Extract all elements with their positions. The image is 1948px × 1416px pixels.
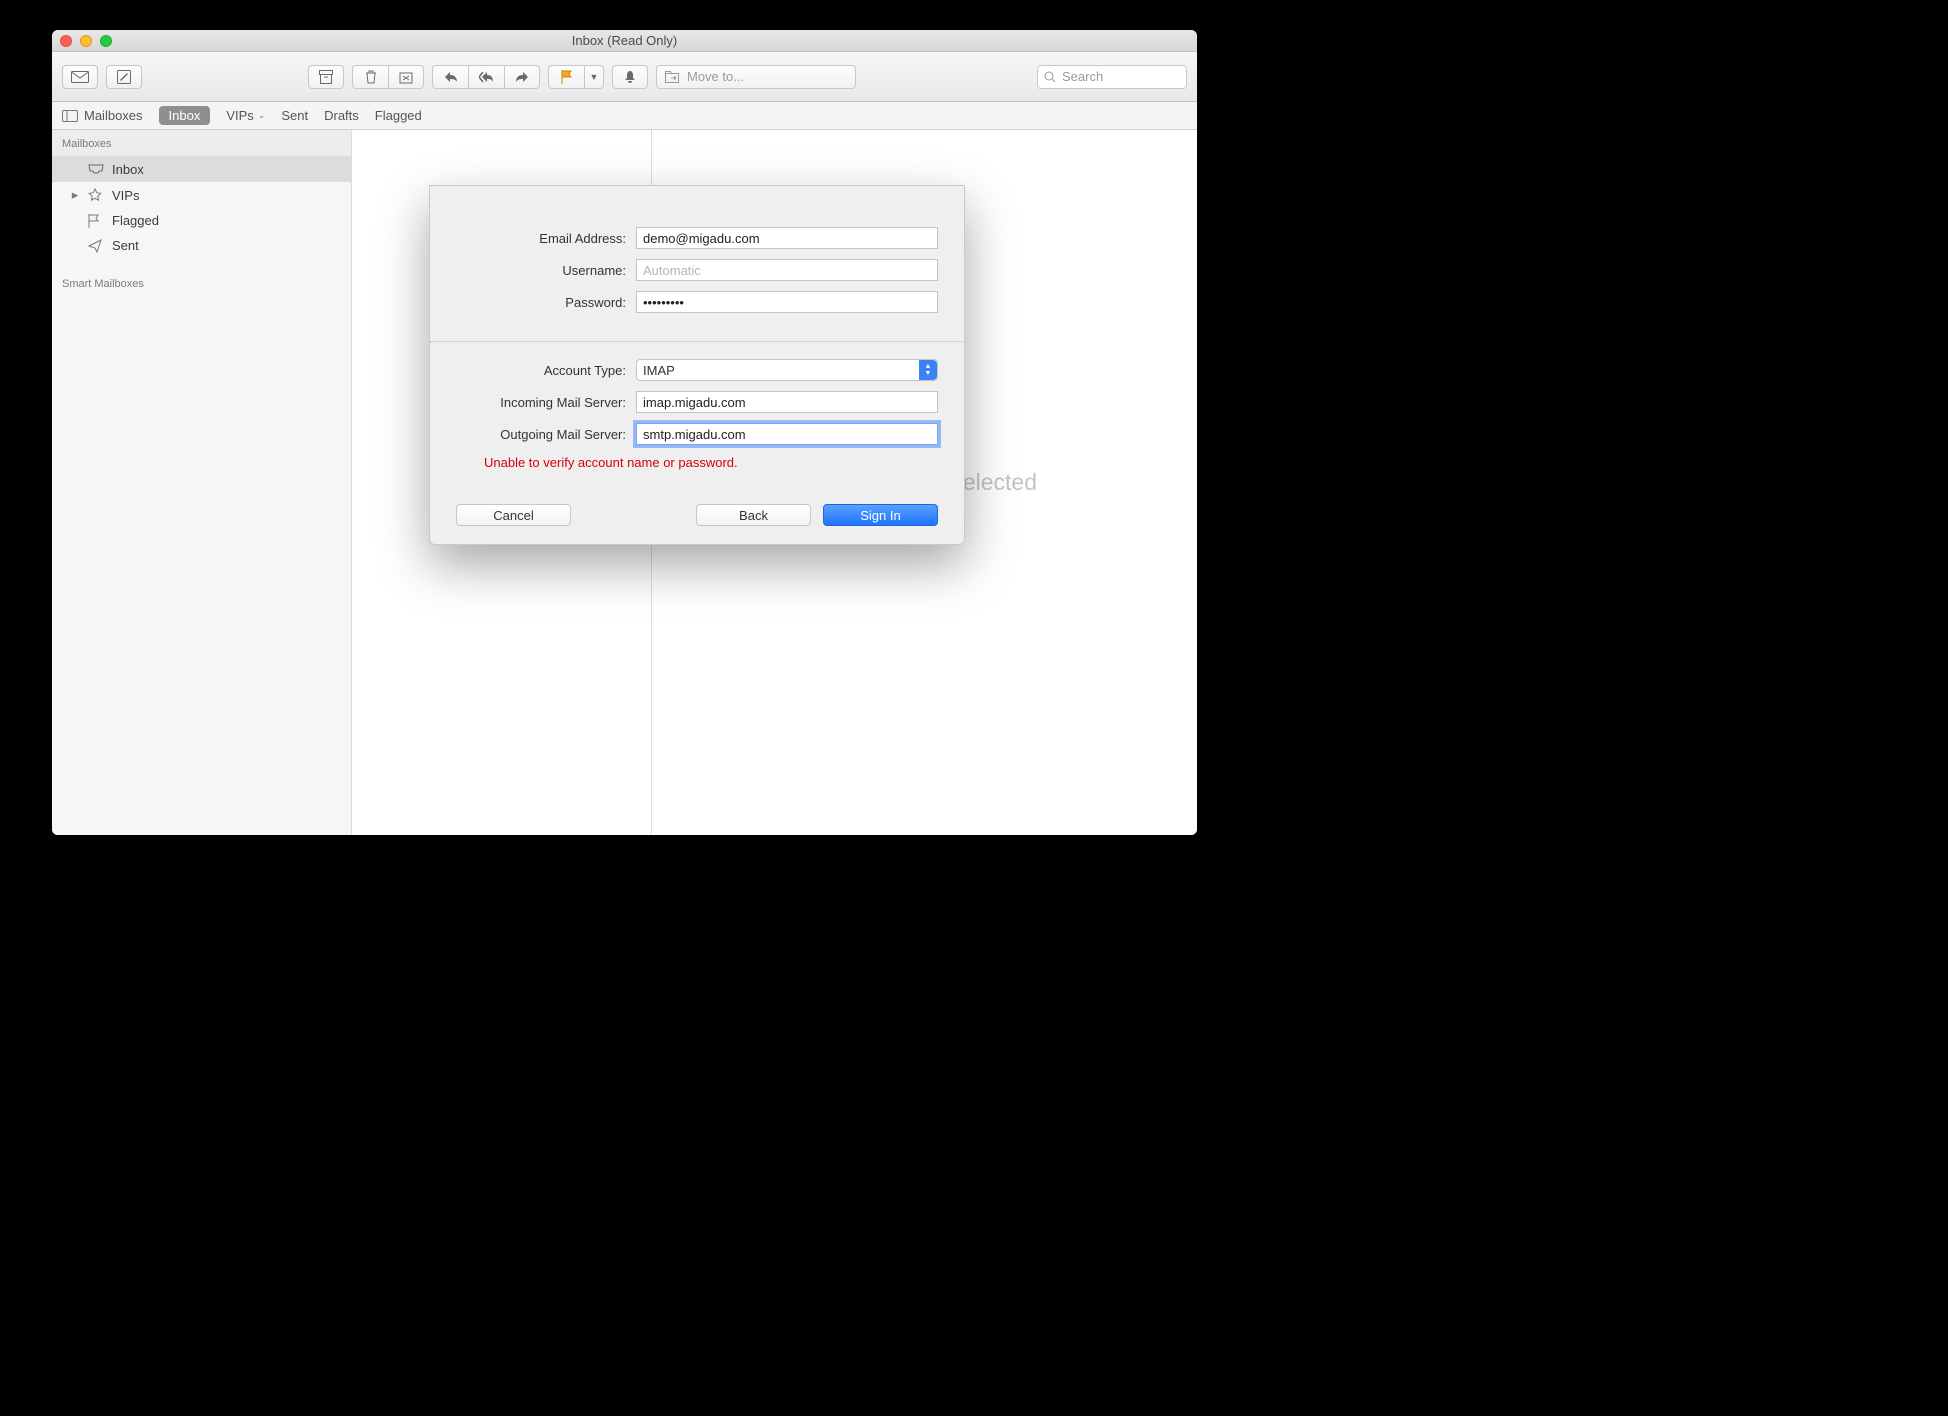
search-placeholder: Search xyxy=(1062,69,1103,84)
trash-icon xyxy=(365,70,377,84)
account-type-select[interactable]: IMAP ▲▼ xyxy=(636,359,938,381)
toolbar: ▼ Move to... Search xyxy=(52,52,1197,102)
label-username: Username: xyxy=(456,263,626,278)
reply-all-icon xyxy=(479,71,495,83)
label-incoming: Incoming Mail Server: xyxy=(456,395,626,410)
chevron-down-icon: ▼ xyxy=(590,72,599,82)
label-outgoing: Outgoing Mail Server: xyxy=(456,427,626,442)
sidebar-item-label: Inbox xyxy=(112,162,144,177)
forward-button[interactable] xyxy=(504,65,540,89)
label-email: Email Address: xyxy=(456,231,626,246)
fav-drafts[interactable]: Drafts xyxy=(324,108,359,123)
search-icon xyxy=(1044,71,1056,83)
envelope-icon xyxy=(71,71,89,83)
get-mail-button[interactable] xyxy=(62,65,98,89)
sidebar-icon xyxy=(62,110,78,122)
account-setup-sheet: Email Address: Username: Password: Accou… xyxy=(429,185,965,545)
fav-vips[interactable]: VIPs ⌄ xyxy=(226,108,265,123)
star-icon xyxy=(88,188,104,202)
reply-group xyxy=(432,65,540,89)
flag-icon xyxy=(561,70,573,84)
sidebar: Mailboxes Inbox ▸ VIPs Flagg xyxy=(52,130,352,835)
outgoing-server-field[interactable] xyxy=(636,423,938,445)
move-to-placeholder: Move to... xyxy=(687,69,744,84)
flag-icon xyxy=(88,214,104,228)
titlebar: Inbox (Read Only) xyxy=(52,30,1197,52)
disclosure-triangle-icon[interactable]: ▸ xyxy=(70,187,80,203)
sidebar-item-flagged[interactable]: Flagged xyxy=(52,208,351,233)
flag-button[interactable] xyxy=(548,65,584,89)
fav-inbox[interactable]: Inbox xyxy=(159,106,211,125)
flag-menu-button[interactable]: ▼ xyxy=(584,65,604,89)
chevron-down-icon: ⌄ xyxy=(258,110,266,121)
password-field[interactable] xyxy=(636,291,938,313)
archive-button[interactable] xyxy=(308,65,344,89)
updown-arrows-icon: ▲▼ xyxy=(919,360,937,380)
flag-group: ▼ xyxy=(548,65,604,89)
minimize-window-button[interactable] xyxy=(80,35,92,47)
inbox-icon xyxy=(88,164,104,176)
sidebar-header-mailboxes: Mailboxes xyxy=(52,130,351,157)
reply-icon xyxy=(444,71,458,83)
archive-icon xyxy=(319,70,333,84)
sidebar-item-vips[interactable]: ▸ VIPs xyxy=(52,182,351,208)
sidebar-item-label: Flagged xyxy=(112,213,159,228)
fav-vips-label: VIPs xyxy=(226,108,253,123)
button-row: Cancel Back Sign In xyxy=(430,504,964,544)
close-window-button[interactable] xyxy=(60,35,72,47)
delete-group xyxy=(352,65,424,89)
cancel-button[interactable]: Cancel xyxy=(456,504,571,526)
move-icon xyxy=(665,71,679,83)
reply-button[interactable] xyxy=(432,65,468,89)
window-title: Inbox (Read Only) xyxy=(572,33,678,48)
reply-all-button[interactable] xyxy=(468,65,504,89)
incoming-server-field[interactable] xyxy=(636,391,938,413)
junk-button[interactable] xyxy=(388,65,424,89)
sidebar-item-label: Sent xyxy=(112,238,139,253)
back-button[interactable]: Back xyxy=(696,504,811,526)
username-field[interactable] xyxy=(636,259,938,281)
label-account-type: Account Type: xyxy=(456,363,626,378)
email-field[interactable] xyxy=(636,227,938,249)
mute-button[interactable] xyxy=(612,65,648,89)
zoom-window-button[interactable] xyxy=(100,35,112,47)
move-to-field[interactable]: Move to... xyxy=(656,65,856,89)
junk-icon xyxy=(399,70,413,84)
sent-icon xyxy=(88,239,104,253)
signin-button[interactable]: Sign In xyxy=(823,504,938,526)
error-text: Unable to verify account name or passwor… xyxy=(484,455,938,470)
sidebar-header-smart: Smart Mailboxes xyxy=(52,270,351,296)
fav-sent[interactable]: Sent xyxy=(281,108,308,123)
label-password: Password: xyxy=(456,295,626,310)
account-type-value: IMAP xyxy=(643,363,675,378)
mail-window: Inbox (Read Only) xyxy=(52,30,1197,835)
sidebar-item-inbox[interactable]: Inbox xyxy=(52,157,351,182)
delete-button[interactable] xyxy=(352,65,388,89)
favorites-bar: Mailboxes Inbox VIPs ⌄ Sent Drafts Flagg… xyxy=(52,102,1197,130)
forward-icon xyxy=(515,71,529,83)
compose-icon xyxy=(117,70,131,84)
sidebar-item-sent[interactable]: Sent xyxy=(52,233,351,258)
mailboxes-toggle[interactable]: Mailboxes xyxy=(62,108,143,123)
search-field[interactable]: Search xyxy=(1037,65,1187,89)
bell-icon xyxy=(624,70,636,84)
fav-flagged[interactable]: Flagged xyxy=(375,108,422,123)
mailboxes-label: Mailboxes xyxy=(84,108,143,123)
compose-button[interactable] xyxy=(106,65,142,89)
sidebar-item-label: VIPs xyxy=(112,188,139,203)
traffic-lights xyxy=(60,35,112,47)
